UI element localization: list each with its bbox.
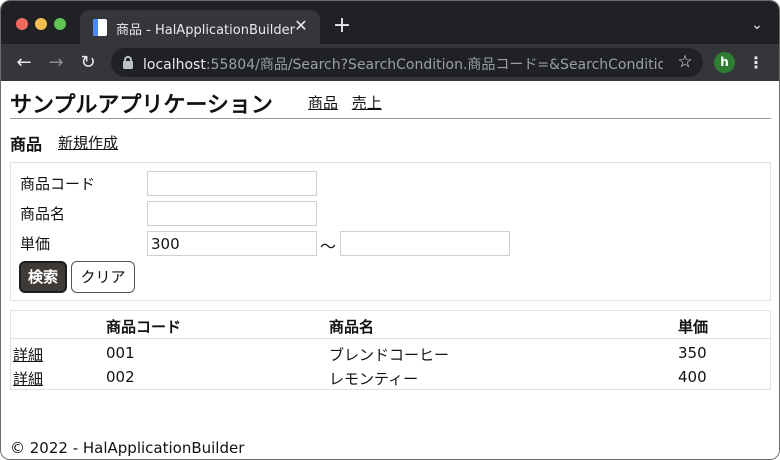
address-bar[interactable]: localhost:55804/商品/Search?SearchConditio… bbox=[111, 48, 703, 77]
page-content: サンプルアプリケーション 商品 売上 商品 新規作成 商品コード 商品名 単価 … bbox=[1, 81, 779, 459]
url-path: :55804/商品/Search?SearchCondition.商品コード=&… bbox=[205, 57, 663, 73]
detail-link: 詳細 bbox=[13, 368, 43, 389]
close-window-button[interactable] bbox=[16, 18, 28, 30]
tab-strip: 商品 - HalApplicationBuilder ✕ + ⌄ bbox=[1, 1, 779, 44]
product-name-input[interactable] bbox=[147, 201, 317, 226]
header-divider bbox=[10, 118, 771, 119]
product-code-cell: 002 bbox=[106, 368, 135, 386]
browser-window: 商品 - HalApplicationBuilder ✕ + ⌄ ← → ↻ l… bbox=[0, 0, 780, 460]
detail-link: 詳細 bbox=[13, 344, 43, 365]
profile-avatar[interactable]: h bbox=[714, 52, 735, 73]
lock-icon[interactable] bbox=[123, 56, 133, 69]
search-form: 商品コード 商品名 単価 〜 検索 クリア bbox=[10, 162, 771, 301]
page-title: 商品 bbox=[10, 135, 43, 154]
url-host: localhost bbox=[143, 57, 206, 73]
column-header-product-name: 商品名 bbox=[329, 318, 375, 336]
app-title: サンプルアプリケーション bbox=[10, 93, 273, 118]
maximize-window-button[interactable] bbox=[54, 18, 66, 30]
tab-close-icon[interactable]: ✕ bbox=[291, 16, 311, 36]
url-text[interactable]: localhost:55804/商品/Search?SearchConditio… bbox=[143, 54, 663, 74]
minimize-window-button[interactable] bbox=[35, 18, 47, 30]
new-tab-icon[interactable]: + bbox=[331, 15, 353, 37]
clear-button[interactable]: クリア bbox=[71, 261, 135, 293]
tab-title: 商品 - HalApplicationBuilder bbox=[116, 23, 295, 38]
product-name-cell: レモンティー bbox=[329, 370, 419, 388]
tab-search-chevron-icon[interactable]: ⌄ bbox=[747, 15, 767, 35]
bookmark-star-icon[interactable]: ☆ bbox=[675, 52, 695, 72]
unit-price-cell: 350 bbox=[678, 344, 707, 362]
nav-link-products[interactable]: 商品 bbox=[308, 94, 338, 112]
product-name-cell: ブレンドコーヒー bbox=[329, 346, 450, 364]
browser-menu-icon[interactable]: ⋮ bbox=[748, 52, 764, 74]
unit-price-to-input[interactable] bbox=[340, 231, 510, 256]
app-nav: 商品 売上 bbox=[308, 92, 391, 113]
range-separator: 〜 bbox=[320, 237, 337, 256]
product-code-cell: 001 bbox=[106, 344, 135, 362]
forward-arrow-icon[interactable]: → bbox=[45, 52, 67, 74]
reload-icon[interactable]: ↻ bbox=[77, 52, 99, 74]
column-header-unit-price: 単価 bbox=[678, 318, 709, 336]
browser-toolbar: ← → ↻ localhost:55804/商品/Search?SearchCo… bbox=[1, 44, 779, 81]
product-code-input[interactable] bbox=[147, 171, 317, 196]
search-button[interactable]: 検索 bbox=[19, 261, 67, 293]
table-header-divider bbox=[11, 338, 770, 339]
detail-link-text[interactable]: 詳細 bbox=[13, 346, 43, 364]
results-table: 商品コード 商品名 単価 詳細 001 ブレンドコーヒー 350 詳細 002 … bbox=[10, 310, 771, 390]
back-arrow-icon[interactable]: ← bbox=[13, 52, 35, 74]
page-favicon-icon bbox=[93, 19, 107, 36]
column-header-product-code: 商品コード bbox=[106, 318, 182, 336]
detail-link-text[interactable]: 詳細 bbox=[13, 370, 43, 388]
footer-copyright: © 2022 - HalApplicationBuilder bbox=[10, 439, 245, 457]
unit-price-cell: 400 bbox=[678, 368, 707, 386]
unit-price-from-input[interactable] bbox=[147, 231, 317, 256]
unit-price-label: 単価 bbox=[20, 235, 51, 253]
create-new-link[interactable]: 新規作成 bbox=[58, 132, 118, 153]
browser-tab[interactable]: 商品 - HalApplicationBuilder ✕ bbox=[80, 10, 320, 44]
product-name-label: 商品名 bbox=[20, 205, 66, 223]
product-code-label: 商品コード bbox=[20, 175, 96, 193]
nav-link-sales[interactable]: 売上 bbox=[352, 94, 382, 112]
